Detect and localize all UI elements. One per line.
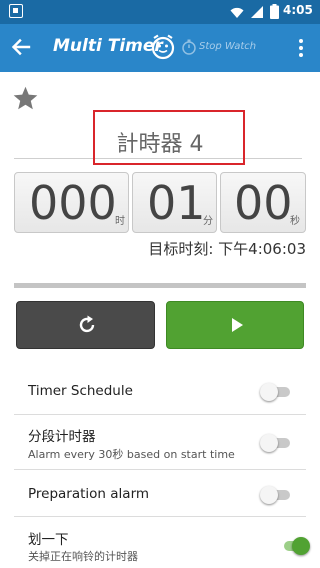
setting-subtitle: 关掉正在响铃的计时器 [28, 550, 138, 563]
app-title: Multi Timer [53, 36, 163, 56]
play-icon [232, 318, 243, 332]
back-arrow-icon[interactable] [10, 36, 32, 58]
setting-swipe-dismiss[interactable]: 划一下 关掉正在响铃的计时器 [14, 517, 310, 568]
seconds-unit: 秒 [290, 216, 300, 227]
star-icon[interactable] [12, 85, 39, 112]
status-bar: 4:05 [0, 0, 320, 24]
timer-face-icon [151, 34, 175, 60]
stopwatch-tab-label[interactable]: Stop Watch [199, 41, 256, 52]
setting-timer-schedule[interactable]: Timer Schedule [14, 367, 306, 415]
signal-icon [251, 6, 263, 18]
wifi-icon [230, 7, 244, 18]
refresh-icon [79, 315, 95, 333]
interval-timer-toggle[interactable] [260, 434, 292, 452]
overflow-menu-icon[interactable] [297, 38, 305, 58]
setting-interval-timer[interactable]: 分段计时器 Alarm every 30秒 based on start tim… [14, 415, 306, 470]
timer-schedule-toggle[interactable] [260, 383, 292, 401]
seconds-display[interactable]: 00 秒 [220, 172, 306, 233]
minutes-unit: 分 [203, 216, 213, 227]
minutes-value: 01 [147, 176, 206, 230]
timer-progress-bar [14, 283, 306, 288]
reset-button[interactable] [16, 301, 155, 349]
hours-display[interactable]: 000 时 [14, 172, 129, 233]
setting-subtitle: Alarm every 30秒 based on start time [28, 448, 235, 461]
stopwatch-icon[interactable] [181, 39, 197, 55]
app-notification-icon [9, 4, 23, 18]
setting-title: 分段计时器 [28, 429, 96, 445]
seconds-value: 00 [234, 176, 293, 230]
status-time: 4:05 [283, 3, 313, 17]
setting-title: Timer Schedule [28, 383, 133, 399]
hours-value: 000 [29, 176, 117, 230]
battery-icon [270, 4, 279, 19]
setting-title: 划一下 [28, 532, 69, 548]
minutes-display[interactable]: 01 分 [132, 172, 217, 233]
preparation-alarm-toggle[interactable] [260, 486, 292, 504]
hours-unit: 时 [115, 216, 125, 227]
swipe-dismiss-toggle[interactable] [278, 537, 310, 555]
app-bar: Multi Timer Stop Watch [0, 24, 320, 72]
target-time: 目标时刻: 下午4:06:03 [148, 240, 306, 258]
name-highlight-box [93, 110, 245, 165]
start-button[interactable] [166, 301, 304, 349]
setting-title: Preparation alarm [28, 486, 150, 502]
setting-preparation-alarm[interactable]: Preparation alarm [14, 470, 306, 517]
